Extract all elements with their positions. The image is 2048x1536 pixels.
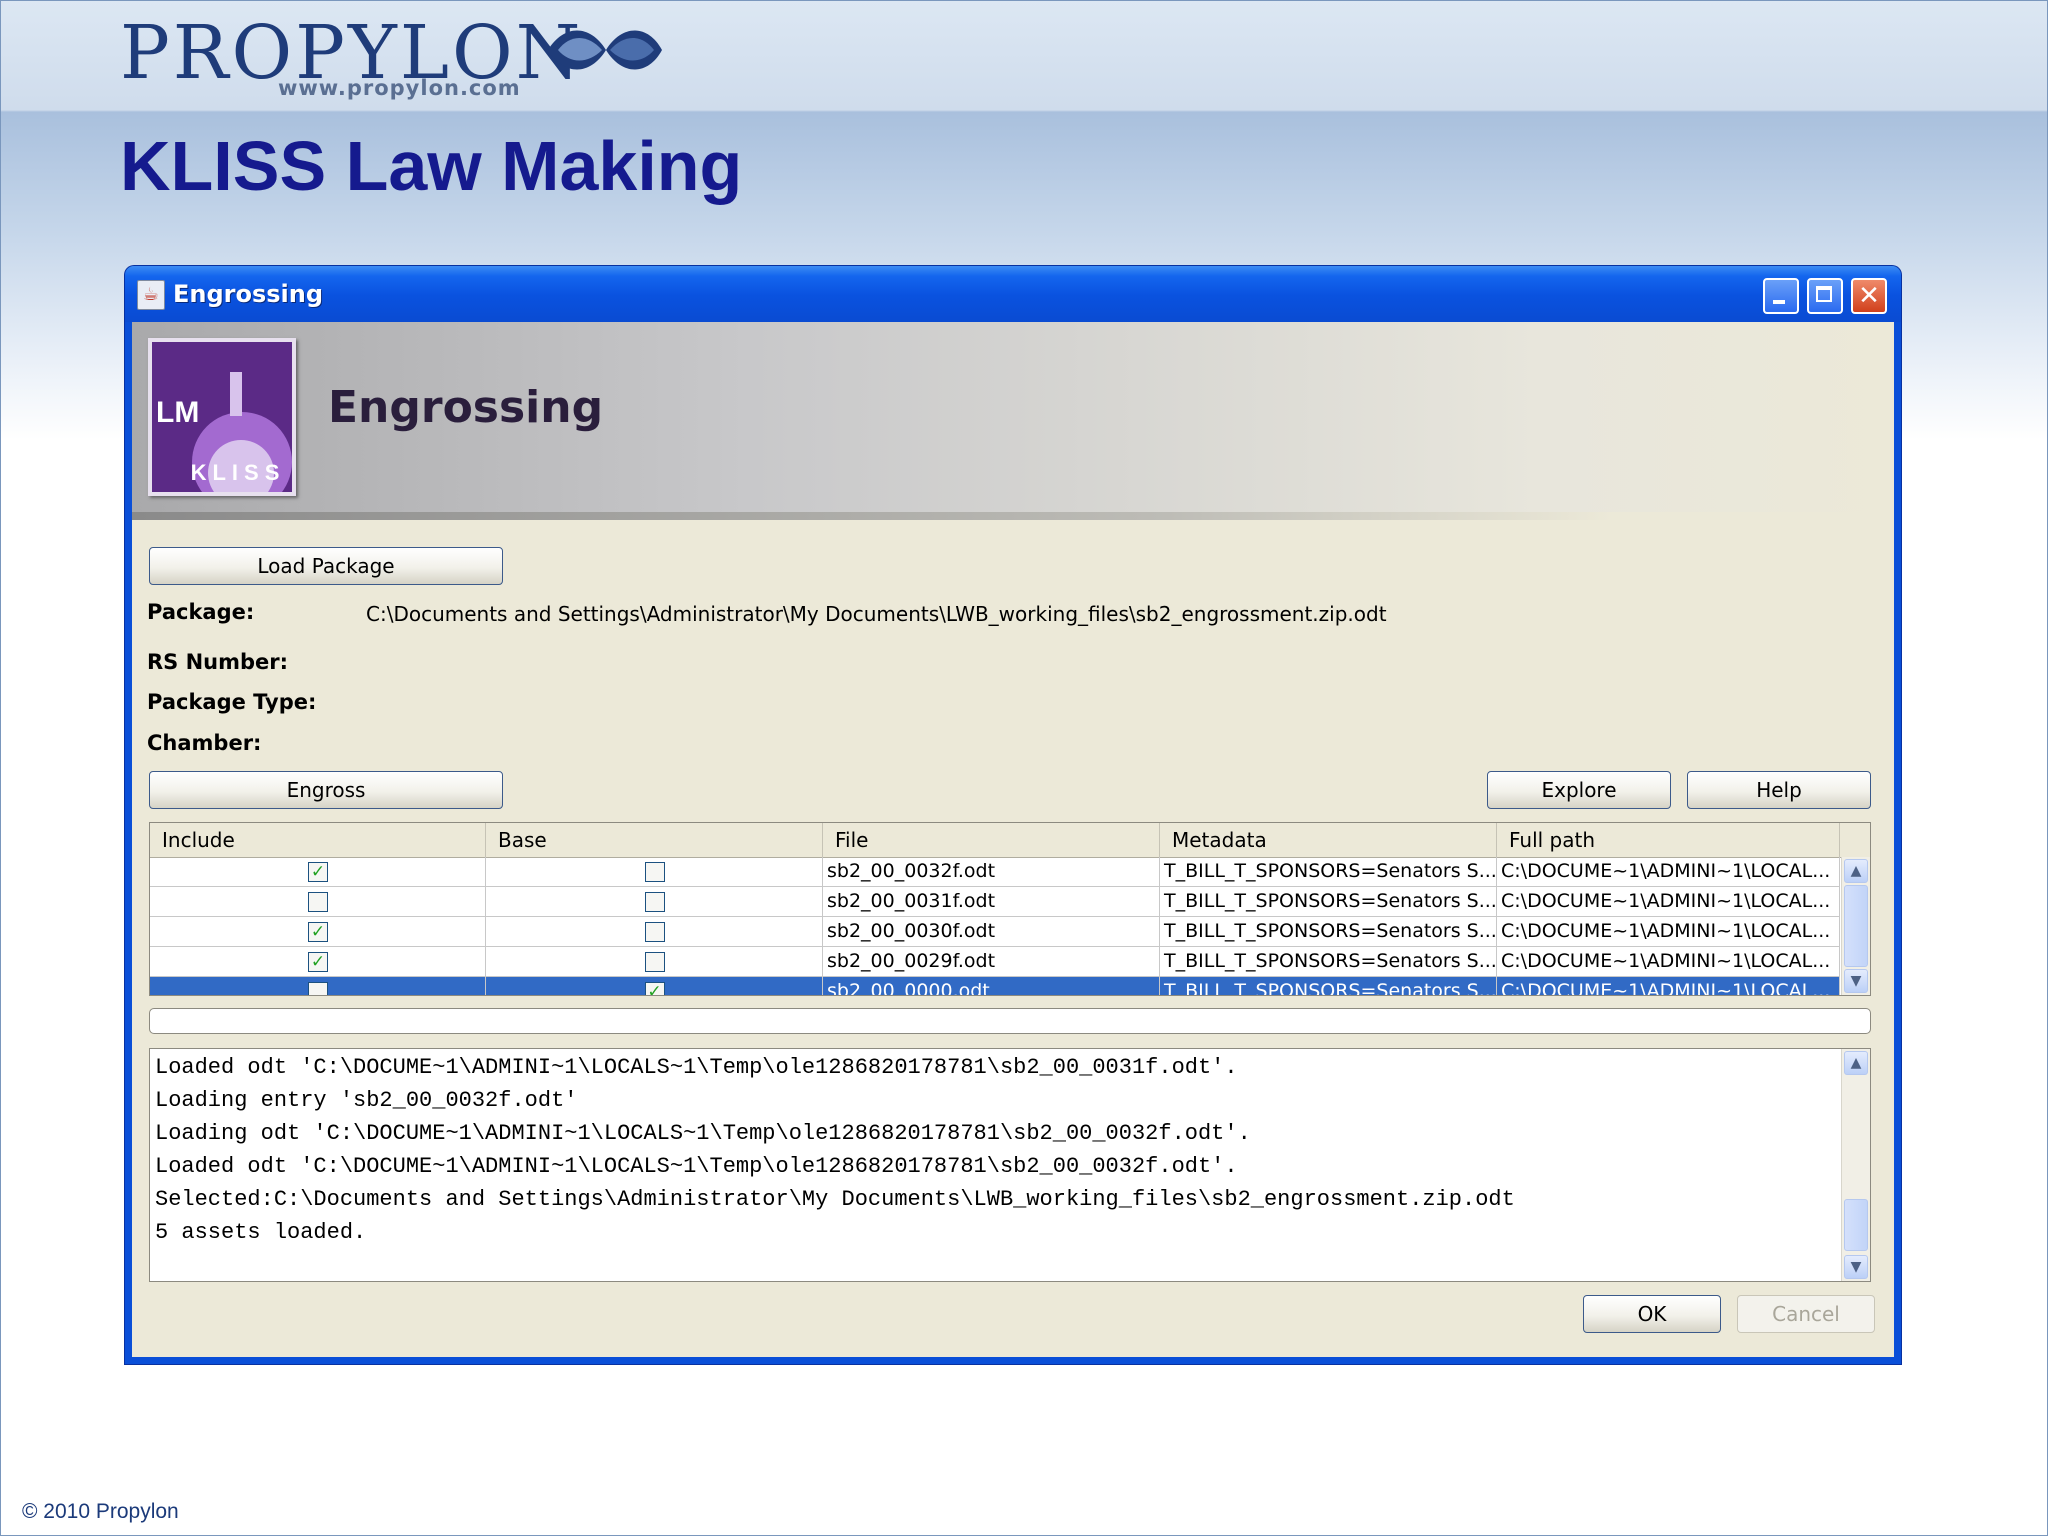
full-path-cell: C:\DOCUME~1\ADMINI~1\LOCAL... xyxy=(1497,947,1840,976)
package-label: Package: xyxy=(147,600,255,624)
chamber-label: Chamber: xyxy=(147,731,262,755)
scroll-down-icon[interactable]: ▼ xyxy=(1844,1255,1868,1279)
table-row[interactable]: ✓ sb2_00_0029f.odt T_BILL_T_SPONSORS=Senat… xyxy=(150,947,1840,977)
scroll-down-icon[interactable]: ▼ xyxy=(1844,969,1868,993)
engross-button[interactable]: Engross xyxy=(149,771,503,809)
column-header-include[interactable]: Include xyxy=(150,823,486,857)
copyright-footer: © 2010 Propylon xyxy=(22,1500,179,1523)
include-checkbox[interactable]: ✓ xyxy=(308,922,328,942)
kliss-logo: LM KLISS xyxy=(148,338,296,496)
base-cell: ✓ xyxy=(486,977,823,995)
full-path-cell: C:\DOCUME~1\ADMINI~1\LOCAL... xyxy=(1497,917,1840,946)
window-titlebar[interactable]: ☕ Engrossing ✕ xyxy=(125,266,1901,322)
engrossing-window: ☕ Engrossing ✕ LM KLISS Engrossing Load … xyxy=(125,266,1901,1364)
logo-ring-text: KLISS xyxy=(190,460,286,485)
ok-button[interactable]: OK xyxy=(1583,1295,1721,1333)
brand-url: www.propylon.com xyxy=(278,76,521,100)
base-cell xyxy=(486,887,823,916)
help-button[interactable]: Help xyxy=(1687,771,1871,809)
log-line: Loading odt 'C:\DOCUME~1\ADMINI~1\LOCALS… xyxy=(155,1121,1251,1146)
log-line: 5 assets loaded. xyxy=(155,1220,367,1245)
close-icon: ✕ xyxy=(1858,281,1880,311)
full-path-cell: C:\DOCUME~1\ADMINI~1\LOCAL... xyxy=(1497,887,1840,916)
include-cell: ✓ xyxy=(150,917,486,946)
close-button[interactable]: ✕ xyxy=(1851,278,1887,314)
full-path-cell: C:\DOCUME~1\ADMINI~1\LOCAL... xyxy=(1497,857,1840,886)
maximize-icon xyxy=(1816,286,1832,302)
base-checkbox[interactable] xyxy=(644,952,665,972)
progress-bar xyxy=(149,1008,1871,1034)
include-checkbox[interactable] xyxy=(308,982,328,995)
include-cell: ✓ xyxy=(150,947,486,976)
full-path-cell: C:\DOCUME~1\ADMINI~1\LOCAL... xyxy=(1497,977,1840,995)
log-scrollbar[interactable]: ▲ ▼ xyxy=(1841,1049,1870,1281)
base-checkbox[interactable] xyxy=(644,862,665,882)
slide-title: KLISS Law Making xyxy=(120,127,743,205)
include-cell xyxy=(150,887,486,916)
file-cell: sb2_00_0029f.odt xyxy=(823,947,1160,976)
include-cell: ✓ xyxy=(150,857,486,886)
window-client-area: LM KLISS Engrossing Load Package Package… xyxy=(132,322,1894,1357)
banner-title: Engrossing xyxy=(328,382,604,433)
table-row[interactable]: ✓ sb2_00_0000.odt T_BILL_T_SPONSORS=Senato… xyxy=(150,977,1840,995)
log-line: Loaded odt 'C:\DOCUME~1\ADMINI~1\LOCALS~… xyxy=(155,1055,1238,1080)
scroll-up-icon[interactable]: ▲ xyxy=(1844,1051,1868,1075)
propylon-logo-icon xyxy=(548,30,662,70)
base-cell xyxy=(486,917,823,946)
assets-table: Include Base File Metadata Full path ✓ sb… xyxy=(149,822,1871,996)
metadata-cell: T_BILL_T_SPONSORS=Senators S... xyxy=(1160,947,1497,976)
header-banner: LM KLISS Engrossing xyxy=(132,322,1894,512)
include-checkbox[interactable] xyxy=(308,892,328,912)
package-type-label: Package Type: xyxy=(147,690,317,714)
metadata-cell: T_BILL_T_SPONSORS=Senators S... xyxy=(1160,977,1497,995)
file-cell: sb2_00_0031f.odt xyxy=(823,887,1160,916)
base-checkbox[interactable] xyxy=(644,922,665,942)
logo-lantern xyxy=(230,372,242,416)
column-header-full-path[interactable]: Full path xyxy=(1497,823,1840,857)
load-package-button[interactable]: Load Package xyxy=(149,547,503,585)
column-header-metadata[interactable]: Metadata xyxy=(1160,823,1497,857)
table-scroll-thumb[interactable] xyxy=(1844,885,1868,967)
include-checkbox[interactable]: ✓ xyxy=(308,862,328,882)
include-checkbox[interactable]: ✓ xyxy=(308,952,328,972)
window-title: Engrossing xyxy=(173,280,324,308)
rs-number-label: RS Number: xyxy=(147,650,289,674)
file-cell: sb2_00_0032f.odt xyxy=(823,857,1160,886)
table-scrollbar[interactable]: ▲ ▼ xyxy=(1841,857,1870,995)
log-line: Loaded odt 'C:\DOCUME~1\ADMINI~1\LOCALS~… xyxy=(155,1154,1238,1179)
column-header-base[interactable]: Base xyxy=(486,823,823,857)
base-cell xyxy=(486,857,823,886)
column-header-file[interactable]: File xyxy=(823,823,1160,857)
file-cell: sb2_00_0030f.odt xyxy=(823,917,1160,946)
scroll-up-icon[interactable]: ▲ xyxy=(1844,859,1868,883)
base-cell xyxy=(486,947,823,976)
minimize-icon xyxy=(1773,300,1785,304)
base-checkbox[interactable]: ✓ xyxy=(644,982,665,995)
metadata-cell: T_BILL_T_SPONSORS=Senators S... xyxy=(1160,857,1497,886)
table-row[interactable]: ✓ sb2_00_0030f.odt T_BILL_T_SPONSORS=Senat… xyxy=(150,917,1840,947)
log-line: Loading entry 'sb2_00_0032f.odt' xyxy=(155,1088,578,1113)
metadata-cell: T_BILL_T_SPONSORS=Senators S... xyxy=(1160,917,1497,946)
table-row[interactable]: ✓ sb2_00_0032f.odt T_BILL_T_SPONSORS=Senat… xyxy=(150,857,1840,887)
file-cell: sb2_00_0000.odt xyxy=(823,977,1160,995)
table-header: Include Base File Metadata Full path xyxy=(150,823,1870,858)
cancel-button[interactable]: Cancel xyxy=(1737,1295,1875,1333)
explore-button[interactable]: Explore xyxy=(1487,771,1671,809)
package-value: C:\Documents and Settings\Administrator\… xyxy=(366,602,1387,626)
table-row[interactable]: sb2_00_0031f.odt T_BILL_T_SPONSORS=Senato… xyxy=(150,887,1840,917)
metadata-cell: T_BILL_T_SPONSORS=Senators S... xyxy=(1160,887,1497,916)
include-cell xyxy=(150,977,486,995)
minimize-button[interactable] xyxy=(1763,278,1799,314)
java-cup-icon: ☕ xyxy=(137,280,165,310)
banner-shadow xyxy=(132,512,1612,520)
maximize-button[interactable] xyxy=(1807,278,1843,314)
log-line: Selected:C:\Documents and Settings\Admin… xyxy=(155,1187,1515,1212)
log-area[interactable]: Loaded odt 'C:\DOCUME~1\ADMINI~1\LOCALS~… xyxy=(149,1048,1871,1282)
base-checkbox[interactable] xyxy=(644,892,665,912)
log-scroll-thumb[interactable] xyxy=(1844,1199,1868,1251)
logo-text: LM xyxy=(156,396,200,429)
